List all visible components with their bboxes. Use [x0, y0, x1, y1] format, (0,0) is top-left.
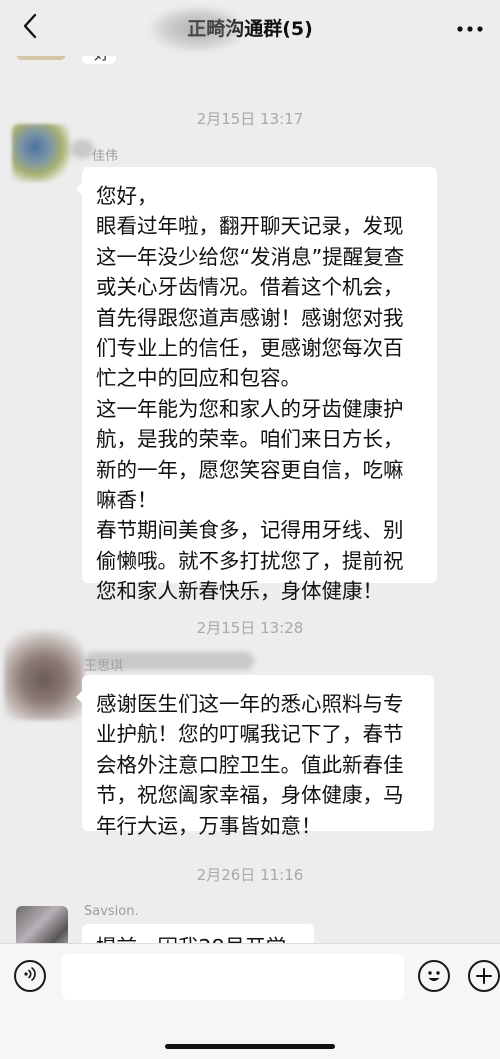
- sender-name: 佳伟: [92, 149, 119, 164]
- message-bubble[interactable]: 您好， 眼看过年啦，翻开聊天记录，发现这一年没少给您“发消息”提醒复查或关心牙齿…: [76, 167, 437, 603]
- message-timestamp: 2月26日 11:16: [196, 866, 304, 884]
- voice-icon: [22, 966, 38, 986]
- emoji-icon: [420, 971, 448, 994]
- more-button[interactable]: [450, 12, 490, 42]
- input-bar: [0, 943, 500, 1059]
- voice-button[interactable]: [14, 960, 46, 992]
- avatar[interactable]: [4, 630, 84, 720]
- emoji-button[interactable]: [418, 960, 450, 992]
- chat-title: 正畸沟通群(5): [187, 18, 313, 40]
- more-dots-icon: [457, 18, 483, 37]
- nav-bar: 正畸沟通群(5): [0, 0, 500, 56]
- avatar[interactable]: [12, 124, 70, 182]
- chat-screen: 好 正畸沟通群(5) 2月15日 13:17 佳伟 您好， 眼看过年: [0, 0, 500, 1059]
- home-indicator[interactable]: [165, 1044, 335, 1049]
- redaction-blur: [84, 652, 254, 670]
- plus-icon: [470, 968, 498, 994]
- sender-name: Savsion.: [84, 904, 139, 919]
- message-input[interactable]: [62, 954, 404, 1000]
- redaction-blur: [150, 6, 245, 52]
- plus-button[interactable]: [468, 960, 500, 992]
- message-timestamp: 2月15日 13:17: [196, 110, 304, 128]
- redaction-blur: [70, 140, 94, 158]
- message-bubble[interactable]: 感谢医生们这一年的悉心照料与专业护航！您的叮嘱我记下了，春节会格外注意口腔卫生。…: [76, 675, 434, 838]
